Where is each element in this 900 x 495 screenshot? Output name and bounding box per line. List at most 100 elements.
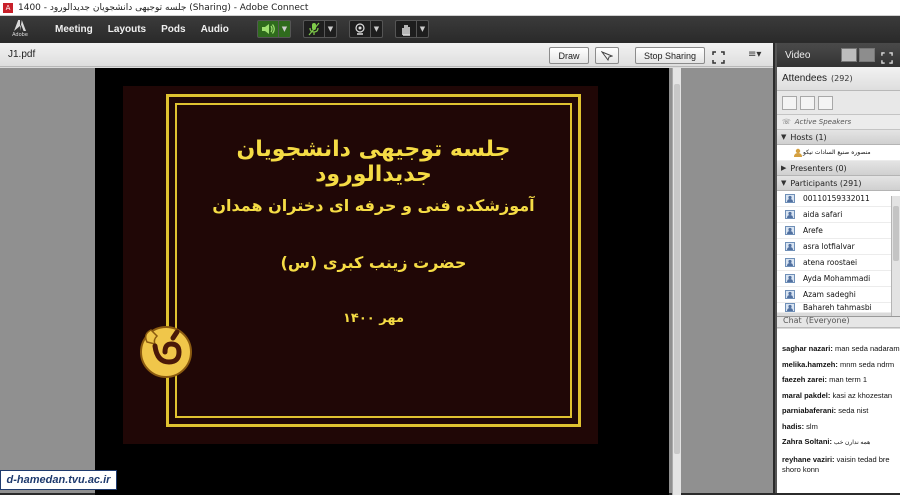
fullscreen-icon[interactable]: [712, 49, 725, 68]
share-pod: J1.pdf Draw Stop Sharing ≡▾ جلسه توجیهی …: [0, 43, 773, 495]
participant-icon: [785, 274, 795, 283]
participant-icon: [785, 226, 795, 235]
draw-button[interactable]: Draw: [549, 47, 589, 64]
list-item[interactable]: atena roostaei: [777, 255, 900, 271]
adobe-logo: Adobe: [0, 16, 40, 42]
slide-title: جلسه توجیهی دانشجویان جدیدالورود: [236, 137, 511, 187]
list-item[interactable]: Ayda Mohammadi: [777, 271, 900, 287]
chat-message: melika.hamzeh: mnm seda ndrm: [777, 357, 900, 373]
share-scroll-thumb[interactable]: [674, 84, 680, 454]
hosts-group[interactable]: ▼ Hosts (1): [777, 130, 900, 145]
raise-hand-dropdown-icon[interactable]: ▼: [415, 21, 428, 37]
school-logo-icon: [140, 326, 192, 378]
participant-icon: [785, 303, 795, 312]
adobe-logo-icon: [14, 20, 26, 31]
attendees-title: Attendees: [782, 73, 828, 84]
chat-messages: saghar nazari: man seda nadaram melika.h…: [777, 329, 900, 493]
participant-name: Ayda Mohammadi: [803, 274, 871, 283]
menu-audio[interactable]: Audio: [201, 24, 229, 35]
participant-name: Azam sadeghi: [803, 290, 856, 299]
active-speakers-bar: ☏ Active Speakers: [777, 115, 900, 130]
share-content-area: جلسه توجیهی دانشجویان جدیدالورود آموزشکد…: [0, 68, 773, 495]
menu-meeting[interactable]: Meeting: [55, 24, 93, 35]
adobe-connect-icon: A: [3, 2, 13, 13]
collapse-triangle-icon: ▶: [781, 164, 787, 172]
list-item[interactable]: 00110159332011: [777, 191, 900, 207]
list-item[interactable]: aida safari: [777, 207, 900, 223]
window-title-bar: A جلسه توجیهی دانشجویان جدیدالورود - 140…: [0, 0, 900, 16]
participant-icon: [785, 242, 795, 251]
chat-message: faezeh zarei: man term 1: [777, 372, 900, 388]
chat-text: man term 1: [827, 375, 868, 384]
menu-layouts[interactable]: Layouts: [108, 24, 146, 35]
chat-user: reyhane vaziri:: [782, 454, 835, 464]
chat-message: hadis: slm: [777, 419, 900, 435]
video-pod-title: Video: [785, 49, 811, 61]
collapse-triangle-icon: ▼: [781, 133, 787, 141]
chat-message: parniabaferani: seda nist: [777, 403, 900, 419]
share-pod-header: J1.pdf Draw Stop Sharing ≡▾: [0, 43, 773, 67]
pod-options-menu-icon[interactable]: ≡▾: [748, 49, 761, 60]
webcam-dropdown-icon[interactable]: ▼: [369, 21, 382, 37]
chat-title: Chat: [783, 316, 802, 325]
chat-text: slm: [804, 421, 818, 431]
menu-pods[interactable]: Pods: [161, 24, 185, 35]
host-name: منصوره صنیع السادات نیکو: [803, 149, 871, 156]
hosts-group-label: Hosts (1): [790, 132, 827, 142]
chat-user: faezeh zarei:: [782, 375, 828, 384]
stop-sharing-button[interactable]: Stop Sharing: [635, 47, 705, 64]
speaker-dropdown-icon[interactable]: ▼: [277, 21, 290, 37]
list-item[interactable]: منصوره صنیع السادات نیکو: [777, 145, 900, 161]
list-item[interactable]: asra lotfialvar: [777, 239, 900, 255]
hosts-list: منصوره صنیع السادات نیکو: [777, 145, 900, 161]
presenters-group-label: Presenters (0): [790, 163, 847, 173]
chat-user: melika.hamzeh:: [782, 359, 838, 369]
filmstrip-view-icon[interactable]: [859, 48, 875, 62]
chat-message: reyhane vaziri: vaisin tedad bre shoro k…: [777, 452, 900, 475]
adobe-logo-text: Adobe: [12, 32, 28, 38]
chat-text: man seda nadaram: [832, 344, 900, 353]
list-item[interactable]: Arefe: [777, 223, 900, 239]
chat-message: Zahra Soltani: همه ندارن خب: [777, 434, 900, 452]
participants-group-label: Participants (291): [790, 178, 862, 188]
chat-scope: (Everyone): [805, 316, 850, 325]
participants-scroll-thumb[interactable]: [893, 206, 899, 261]
participants-group[interactable]: ▼ Participants (291): [777, 176, 900, 191]
slide-date: مهر ۱۴۰۰: [343, 311, 404, 326]
attendees-pod-header: Attendees (292): [777, 67, 900, 91]
participant-name: Arefe: [803, 226, 823, 235]
attendees-toolbar: [777, 91, 900, 115]
list-view-icon[interactable]: [782, 95, 797, 110]
slide-background: جلسه توجیهی دانشجویان جدیدالورود آموزشکد…: [123, 86, 598, 444]
speaker-button[interactable]: ▼: [256, 20, 291, 38]
pointer-tool-button[interactable]: [595, 47, 619, 64]
slide-frame-inner: جلسه توجیهی دانشجویان جدیدالورود آموزشکد…: [175, 103, 572, 418]
list-item[interactable]: Azam sadeghi: [777, 287, 900, 303]
grid-view-icon[interactable]: [841, 48, 857, 62]
window-title: جلسه توجیهی دانشجویان جدیدالورود - 1400 …: [18, 2, 309, 13]
participant-name: atena roostaei: [803, 258, 858, 267]
raise-hand-button[interactable]: ▼: [394, 20, 429, 38]
participant-icon: [785, 194, 795, 203]
menu-bar: Adobe Meeting Layouts Pods Audio ▼ ▼ ▼ ▼: [0, 16, 900, 42]
participants-scrollbar[interactable]: [891, 196, 900, 318]
list-item[interactable]: Bahareh tahmasbi: [777, 303, 900, 313]
right-pods-column: Video Attendees (292) ☏ Active Speakers …: [775, 43, 900, 493]
slide-subtitle: آموزشکده فنی و حرفه ای دختران همدان: [212, 196, 535, 215]
video-fullscreen-icon[interactable]: [881, 49, 893, 68]
participant-icon: [785, 210, 795, 219]
webcam-button[interactable]: ▼: [348, 20, 383, 38]
microphone-dropdown-icon[interactable]: ▼: [323, 21, 336, 37]
speaker-icon: [258, 21, 278, 37]
webcam-icon: [350, 21, 370, 37]
slide-line-3: حضرت زینب کبری (س): [280, 253, 467, 272]
chat-user: parniabaferani:: [782, 406, 837, 415]
presenters-group[interactable]: ▶ Presenters (0): [777, 161, 900, 176]
status-view-icon[interactable]: [818, 95, 833, 110]
share-vertical-scrollbar[interactable]: [672, 68, 681, 495]
breakout-rooms-icon[interactable]: [800, 95, 815, 110]
share-pod-title: J1.pdf: [8, 49, 36, 60]
collapse-triangle-icon: ▼: [781, 179, 787, 187]
participants-list: 00110159332011 aida safari Arefe asra lo…: [777, 191, 900, 313]
microphone-button[interactable]: ▼: [302, 20, 337, 38]
